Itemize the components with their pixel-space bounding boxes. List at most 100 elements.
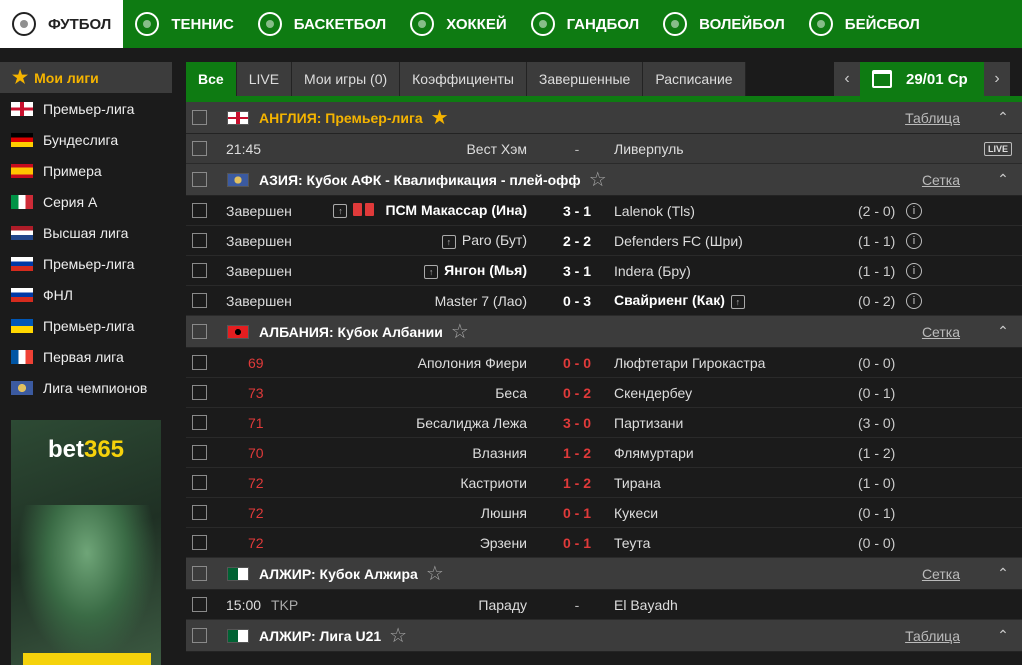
league-name[interactable]: АЛЖИР: Кубок Алжира [259, 566, 418, 582]
sidebar-league-item[interactable]: Высшая лига [0, 217, 172, 248]
favorite-star-icon[interactable]: ☆ [389, 623, 407, 648]
baseball-icon [808, 12, 833, 36]
match-score: 0 - 3 [562, 292, 591, 309]
bet365-banner[interactable]: bet365 [11, 420, 161, 665]
info-icon[interactable]: i [906, 232, 922, 249]
sidebar-league-item[interactable]: Примера [0, 155, 172, 186]
handball-icon [530, 12, 555, 36]
tv-icon: ↑ [333, 204, 348, 219]
sidebar-league-item[interactable]: Лига чемпионов [0, 372, 172, 403]
match-checkbox[interactable] [192, 385, 207, 400]
league-table-link[interactable]: Сетка [922, 324, 960, 340]
halftime-score: (1 - 1) [858, 262, 896, 279]
collapse-chevron-icon[interactable]: ⌃ [984, 164, 1022, 196]
match-checkbox[interactable] [192, 535, 207, 550]
sport-tab-volleyball[interactable]: ВОЛЕЙБОЛ [651, 0, 797, 48]
match-row[interactable]: 71 Бесалиджа Лежа 3 - 0 Партизани (3 - 0) [186, 408, 1022, 438]
league-checkbox[interactable] [192, 324, 207, 339]
match-row[interactable]: 73 Беса 0 - 2 Скендербеу (0 - 1) [186, 378, 1022, 408]
tab-4[interactable]: Завершенные [526, 62, 644, 96]
sidebar-league-item[interactable]: Первая лига [0, 341, 172, 372]
collapse-chevron-icon[interactable]: ⌃ [984, 620, 1022, 652]
match-checkbox[interactable] [192, 355, 207, 370]
sport-tab-handball[interactable]: ГАНДБОЛ [519, 0, 652, 48]
live-badge[interactable]: LIVE [983, 141, 1012, 156]
prev-date-button[interactable]: ‹ [834, 62, 860, 96]
tab-3[interactable]: Коэффициенты [400, 62, 527, 96]
sidebar-league-item[interactable]: Премьер-лига [0, 310, 172, 341]
match-checkbox[interactable] [192, 597, 207, 612]
collapse-chevron-icon[interactable]: ⌃ [984, 558, 1022, 590]
league-table-link[interactable]: Сетка [922, 172, 960, 188]
league-table-link[interactable]: Сетка [922, 566, 960, 582]
match-checkbox[interactable] [192, 141, 207, 156]
sidebar-league-item[interactable]: ФНЛ [0, 279, 172, 310]
match-checkbox[interactable] [192, 263, 207, 278]
tab-1[interactable]: LIVE [236, 62, 293, 96]
favorite-star-icon[interactable]: ☆ [589, 167, 607, 192]
match-row[interactable]: 15:00 TKP Параду - El Bayadh [186, 590, 1022, 620]
my-leagues-header[interactable]: ★ Мои лиги [0, 62, 172, 93]
league-checkbox[interactable] [192, 110, 207, 125]
match-row[interactable]: 21:45 Вест Хэм - Ливерпуль LIVE [186, 134, 1022, 164]
collapse-chevron-icon[interactable]: ⌃ [984, 102, 1022, 134]
match-checkbox[interactable] [192, 293, 207, 308]
match-row[interactable]: 72 Эрзени 0 - 1 Теута (0 - 0) [186, 528, 1022, 558]
tab-2[interactable]: Мои игры (0) [292, 62, 401, 96]
match-checkbox[interactable] [192, 233, 207, 248]
match-checkbox[interactable] [192, 445, 207, 460]
away-team: Свайриенг (Как) ↑ [614, 292, 751, 309]
sport-tab-football[interactable]: ФУТБОЛ [0, 0, 124, 48]
match-row[interactable]: 72 Кастриоти 1 - 2 Тирана (1 - 0) [186, 468, 1022, 498]
sport-tab-hockey-puck[interactable]: ХОККЕЙ [398, 0, 518, 48]
match-row[interactable]: Завершен ↑ ПСМ Макассар (Ина) 3 - 1 Lalenok … [186, 196, 1022, 226]
tab-0[interactable]: Все [186, 62, 237, 96]
sport-tab-tennis-ball[interactable]: ТЕННИС [123, 0, 245, 48]
sidebar-league-item[interactable]: Бундеслига [0, 124, 172, 155]
sidebar-league-item[interactable]: Серия А [0, 186, 172, 217]
sport-tab-basketball[interactable]: БАСКЕТБОЛ [246, 0, 398, 48]
favorite-star-icon[interactable]: ☆ [426, 561, 444, 586]
league-header: АЗИЯ: Кубок АФК - Квалификация - плей-оф… [186, 164, 1022, 196]
match-row[interactable]: Завершен ↑ Paro (Бут) 2 - 2 Defenders FC (Шр… [186, 226, 1022, 256]
match-score: 0 - 0 [562, 354, 591, 371]
favorite-star-icon[interactable]: ★ [431, 105, 449, 130]
league-table-link[interactable]: Таблица [905, 628, 960, 644]
match-checkbox[interactable] [192, 475, 207, 490]
match-row[interactable]: Завершен ↑ Янгон (Мья) 3 - 1 Indera (Бру) (1 … [186, 256, 1022, 286]
away-team-name: Скендербеу [614, 384, 693, 401]
match-time: 72 [248, 474, 264, 491]
league-name[interactable]: АЛЖИР: Лига U21 [259, 628, 381, 644]
league-checkbox[interactable] [192, 628, 207, 643]
tab-5[interactable]: Расписание [643, 62, 746, 96]
league-name[interactable]: АНГЛИЯ: Премьер-лига [259, 110, 423, 126]
red-card-icon [353, 203, 377, 219]
league-checkbox[interactable] [192, 172, 207, 187]
match-time: 70 [248, 444, 264, 461]
sport-label: БАСКЕТБОЛ [293, 15, 387, 33]
info-icon[interactable]: i [906, 262, 922, 279]
league-name[interactable]: АЗИЯ: Кубок АФК - Квалификация - плей-оф… [259, 172, 581, 188]
away-team: Кукеси [614, 505, 658, 521]
info-icon[interactable]: i [906, 292, 922, 309]
match-row[interactable]: 72 Люшня 0 - 1 Кукеси (0 - 1) [186, 498, 1022, 528]
date-display[interactable]: 29/01 Ср [860, 62, 984, 96]
match-row[interactable]: 70 Влазния 1 - 2 Флямуртари (1 - 2) [186, 438, 1022, 468]
league-table-link[interactable]: Таблица [905, 110, 960, 126]
match-checkbox[interactable] [192, 505, 207, 520]
favorite-star-icon[interactable]: ☆ [451, 319, 469, 344]
collapse-chevron-icon[interactable]: ⌃ [984, 316, 1022, 348]
match-checkbox[interactable] [192, 203, 207, 218]
league-checkbox[interactable] [192, 566, 207, 581]
match-row[interactable]: Завершен Master 7 (Лао) 0 - 3 Свайриенг (Ка… [186, 286, 1022, 316]
match-checkbox[interactable] [192, 415, 207, 430]
match-row[interactable]: 69 Аполония Фиери 0 - 0 Люфтетари Гирокастр… [186, 348, 1022, 378]
bet365-logo: bet365 [47, 436, 125, 463]
match-score: 3 - 1 [562, 262, 591, 279]
info-icon[interactable]: i [906, 202, 922, 219]
sidebar-league-item[interactable]: Премьер-лига [0, 248, 172, 279]
league-name[interactable]: АЛБАНИЯ: Кубок Албании [259, 324, 443, 340]
sidebar-league-item[interactable]: Премьер-лига [0, 93, 172, 124]
sport-tab-baseball[interactable]: БЕЙСБОЛ [797, 0, 932, 48]
next-date-button[interactable]: › [984, 62, 1010, 96]
